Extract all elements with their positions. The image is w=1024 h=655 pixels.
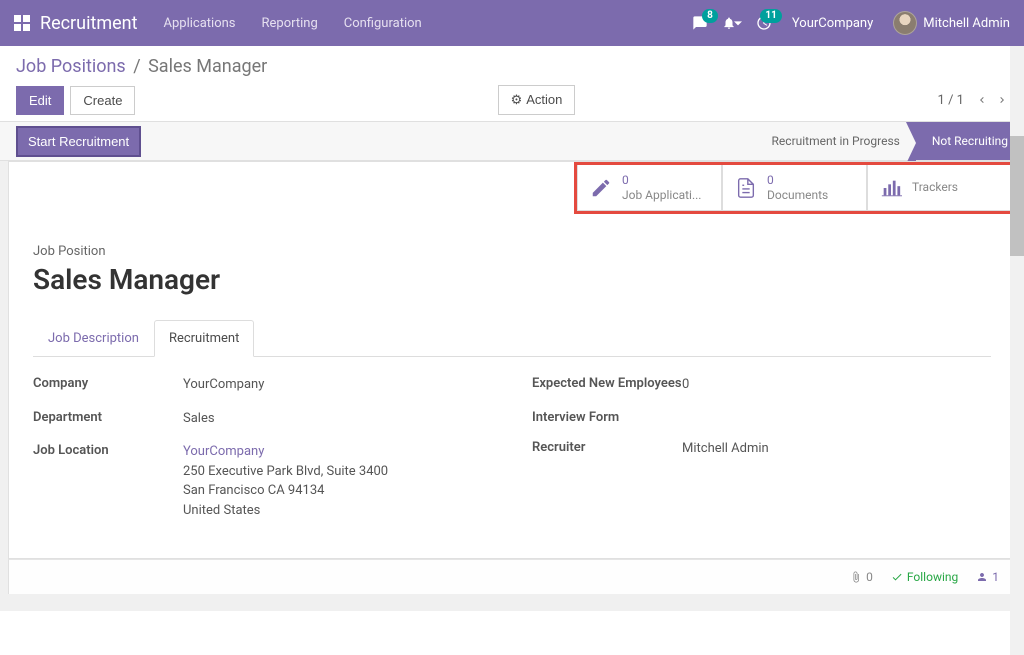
nav-configuration[interactable]: Configuration <box>344 16 422 31</box>
location-label: Job Location <box>33 442 183 458</box>
job-position-label: Job Position <box>33 244 991 259</box>
form-sheet-bg: 0 Job Applicati... 0 Documents Trackers <box>0 161 1024 611</box>
location-country: United States <box>183 501 492 521</box>
tab-recruitment[interactable]: Recruitment <box>154 320 254 357</box>
location-city: San Francisco CA 94134 <box>183 481 492 501</box>
main-navbar: Recruitment Applications Reporting Confi… <box>0 0 1024 46</box>
nav-links: Applications Reporting Configuration <box>164 16 422 31</box>
chevron-right-icon[interactable] <box>996 92 1008 108</box>
messages-icon[interactable]: 8 <box>692 15 708 31</box>
user-menu[interactable]: Mitchell Admin <box>893 11 1010 35</box>
activities-badge: 11 <box>760 9 781 23</box>
edit-button[interactable]: Edit <box>16 86 64 115</box>
department-value[interactable]: Sales <box>183 409 492 429</box>
start-recruitment-button[interactable]: Start Recruitment <box>16 126 141 157</box>
stat-trackers[interactable]: Trackers <box>867 165 1012 211</box>
stat-job-applications[interactable]: 0 Job Applicati... <box>577 165 722 211</box>
chatter-footer: 0 Following 1 <box>8 559 1016 594</box>
interview-label: Interview Form <box>532 409 682 425</box>
check-icon <box>891 571 903 583</box>
company-switcher[interactable]: YourCompany <box>792 16 873 31</box>
recruiter-value[interactable]: Mitchell Admin <box>682 439 991 459</box>
expected-value: 0 <box>682 375 991 395</box>
document-icon <box>735 177 757 199</box>
pager-text: 1 / 1 <box>938 93 964 108</box>
company-label: Company <box>33 375 183 391</box>
department-label: Department <box>33 409 183 425</box>
scrollbar-thumb[interactable] <box>1010 136 1024 256</box>
recruiter-label: Recruiter <box>532 439 682 455</box>
form-sheet: 0 Job Applicati... 0 Documents Trackers <box>8 161 1016 559</box>
stat-documents[interactable]: 0 Documents <box>722 165 867 211</box>
apps-icon[interactable] <box>14 15 30 31</box>
messages-badge: 8 <box>702 9 718 23</box>
bar-chart-icon <box>880 177 902 199</box>
stat-documents-label: Documents <box>767 188 828 202</box>
followers-count[interactable]: 1 <box>976 570 999 584</box>
status-bar: Start Recruitment Recruitment in Progres… <box>0 121 1024 161</box>
nav-reporting[interactable]: Reporting <box>262 16 318 31</box>
status-in-progress[interactable]: Recruitment in Progress <box>756 122 916 160</box>
user-name: Mitchell Admin <box>923 16 1010 31</box>
breadcrumb-parent[interactable]: Job Positions <box>16 56 126 77</box>
page-title: Sales Manager <box>33 263 991 296</box>
location-street: 250 Executive Park Blvd, Suite 3400 <box>183 462 492 482</box>
stat-trackers-label: Trackers <box>912 180 958 194</box>
breadcrumb-current: Sales Manager <box>148 56 267 77</box>
company-value[interactable]: YourCompany <box>183 375 492 395</box>
attachments-count[interactable]: 0 <box>850 570 873 584</box>
person-icon <box>976 571 988 583</box>
scrollbar[interactable] <box>1010 46 1024 655</box>
breadcrumb: Job Positions / Sales Manager <box>16 56 1008 77</box>
action-button[interactable]: ⚙Action <box>498 85 576 115</box>
paperclip-icon <box>850 571 862 583</box>
stat-applications-label: Job Applicati... <box>622 188 701 202</box>
location-name[interactable]: YourCompany <box>183 442 492 462</box>
control-panel: Job Positions / Sales Manager Edit Creat… <box>0 46 1024 121</box>
location-value: YourCompany 250 Executive Park Blvd, Sui… <box>183 442 492 520</box>
stat-highlight-box: 0 Job Applicati... 0 Documents Trackers <box>574 162 1015 214</box>
tab-job-description[interactable]: Job Description <box>33 320 154 357</box>
app-brand[interactable]: Recruitment <box>40 13 138 34</box>
create-button[interactable]: Create <box>70 86 135 115</box>
stat-applications-count: 0 <box>622 173 701 187</box>
tabs: Job Description Recruitment <box>33 320 991 357</box>
avatar <box>893 11 917 35</box>
bell-icon[interactable] <box>722 16 742 30</box>
nav-applications[interactable]: Applications <box>164 16 236 31</box>
stat-documents-count: 0 <box>767 173 828 187</box>
status-not-recruiting[interactable]: Not Recruiting <box>916 122 1024 160</box>
gear-icon: ⚙ <box>511 92 523 107</box>
following-button[interactable]: Following <box>891 570 958 584</box>
pencil-icon <box>590 177 612 199</box>
expected-label: Expected New Employees <box>532 375 682 391</box>
chevron-left-icon[interactable] <box>976 92 988 108</box>
activities-icon[interactable]: 11 <box>756 15 772 31</box>
